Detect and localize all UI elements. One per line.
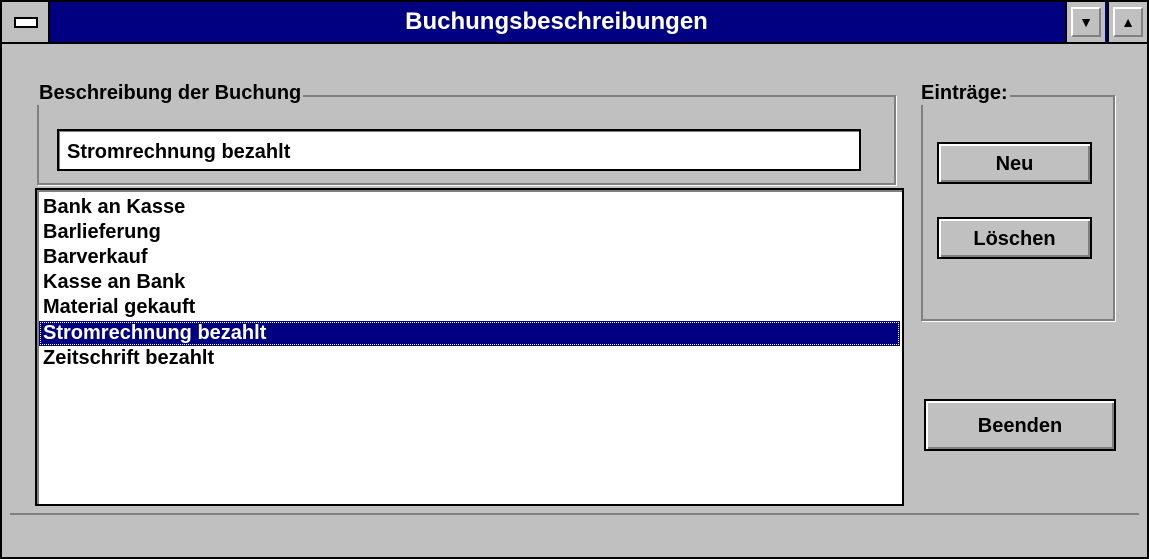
list-item-selected[interactable]: Stromrechnung bezahlt: [39, 321, 900, 346]
list-item[interactable]: Bank an Kasse: [43, 195, 185, 220]
dialog-window: Buchungsbeschreibungen ▼ ▲ Beschreibung …: [0, 0, 1149, 559]
system-menu-icon: [14, 17, 38, 28]
minimize-button[interactable]: ▼: [1065, 2, 1105, 42]
delete-button[interactable]: Löschen: [937, 217, 1092, 259]
status-bar: [10, 513, 1139, 553]
maximize-button[interactable]: ▲: [1107, 2, 1147, 42]
maximize-icon: ▲: [1113, 7, 1143, 37]
exit-button[interactable]: Beenden: [924, 399, 1116, 451]
list-item[interactable]: Barlieferung: [43, 220, 161, 245]
entries-group-label: Einträge:: [919, 82, 1010, 105]
new-button[interactable]: Neu: [937, 142, 1092, 184]
minimize-icon: ▼: [1071, 7, 1101, 37]
list-item[interactable]: Material gekauft: [43, 295, 195, 320]
entries-groupbox: [921, 95, 1115, 321]
title-bar[interactable]: Buchungsbeschreibungen ▼ ▲: [2, 2, 1147, 44]
system-menu-button[interactable]: [2, 2, 50, 42]
description-group-label: Beschreibung der Buchung: [37, 82, 304, 105]
list-item[interactable]: Barverkauf: [43, 245, 148, 270]
entries-listbox[interactable]: Bank an Kasse Barlieferung Barverkauf Ka…: [35, 188, 904, 506]
list-item[interactable]: Kasse an Bank: [43, 270, 185, 295]
description-input[interactable]: Stromrechnung bezahlt: [57, 129, 861, 171]
list-item[interactable]: Zeitschrift bezahlt: [43, 346, 214, 371]
window-title: Buchungsbeschreibungen: [405, 8, 708, 35]
